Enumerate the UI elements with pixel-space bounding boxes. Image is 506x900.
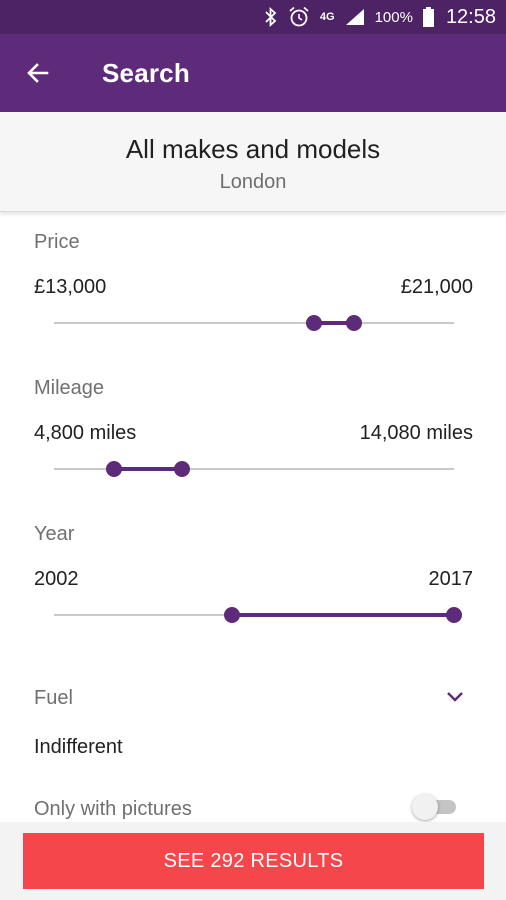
network-4g-icon: 4G	[319, 11, 335, 23]
clock: 12:58	[445, 5, 496, 28]
status-bar: 4G 100% 12:58	[0, 0, 506, 34]
pictures-label: Only with pictures	[34, 798, 192, 820]
toggle-knob	[412, 794, 438, 820]
year-label: Year	[34, 523, 75, 545]
price-range-slider[interactable]	[54, 313, 454, 333]
bluetooth-icon	[264, 7, 278, 27]
year-range-slider[interactable]	[54, 605, 462, 625]
back-button[interactable]	[18, 53, 58, 93]
page-title: Search	[102, 58, 190, 88]
network-type: 4G	[319, 11, 335, 23]
mileage-max-handle[interactable]	[174, 461, 190, 477]
price-min-value: £13,000	[34, 276, 107, 298]
bottom-action-bar: SEE 292 RESULTS	[0, 822, 506, 900]
slider-range	[114, 467, 182, 471]
year-max-value: 2017	[428, 568, 474, 590]
slider-range	[232, 613, 454, 617]
pictures-toggle[interactable]	[412, 794, 458, 820]
search-summary[interactable]: All makes and models London	[0, 112, 506, 212]
fuel-value[interactable]: Indifferent	[34, 736, 123, 759]
status-icons: 4G 100% 12:58	[264, 0, 496, 34]
mileage-max-value: 14,080 miles	[359, 422, 473, 444]
fuel-dropdown-toggle[interactable]	[444, 686, 466, 708]
see-results-button[interactable]: SEE 292 RESULTS	[23, 833, 484, 889]
mileage-min-handle[interactable]	[106, 461, 122, 477]
location-label: London	[219, 171, 287, 193]
price-min-handle[interactable]	[306, 315, 322, 331]
signal-icon	[345, 8, 365, 26]
year-min-value: 2002	[34, 568, 79, 590]
mileage-min-value: 4,800 miles	[34, 422, 137, 444]
slider-track	[54, 322, 454, 324]
mileage-range-slider[interactable]	[54, 459, 454, 479]
fuel-label: Fuel	[34, 687, 73, 709]
price-max-value: £21,000	[400, 276, 473, 298]
back-arrow-icon	[27, 63, 49, 83]
year-min-handle[interactable]	[224, 607, 240, 623]
chevron-down-icon	[447, 692, 463, 702]
make-model-label: All makes and models	[125, 134, 381, 164]
price-max-handle[interactable]	[346, 315, 362, 331]
alarm-icon	[288, 6, 310, 28]
year-max-handle[interactable]	[446, 607, 462, 623]
battery-percent: 100%	[374, 8, 413, 26]
app-bar: Search	[0, 34, 506, 112]
mileage-label: Mileage	[34, 377, 105, 399]
battery-icon	[422, 7, 434, 27]
price-label: Price	[34, 231, 80, 253]
